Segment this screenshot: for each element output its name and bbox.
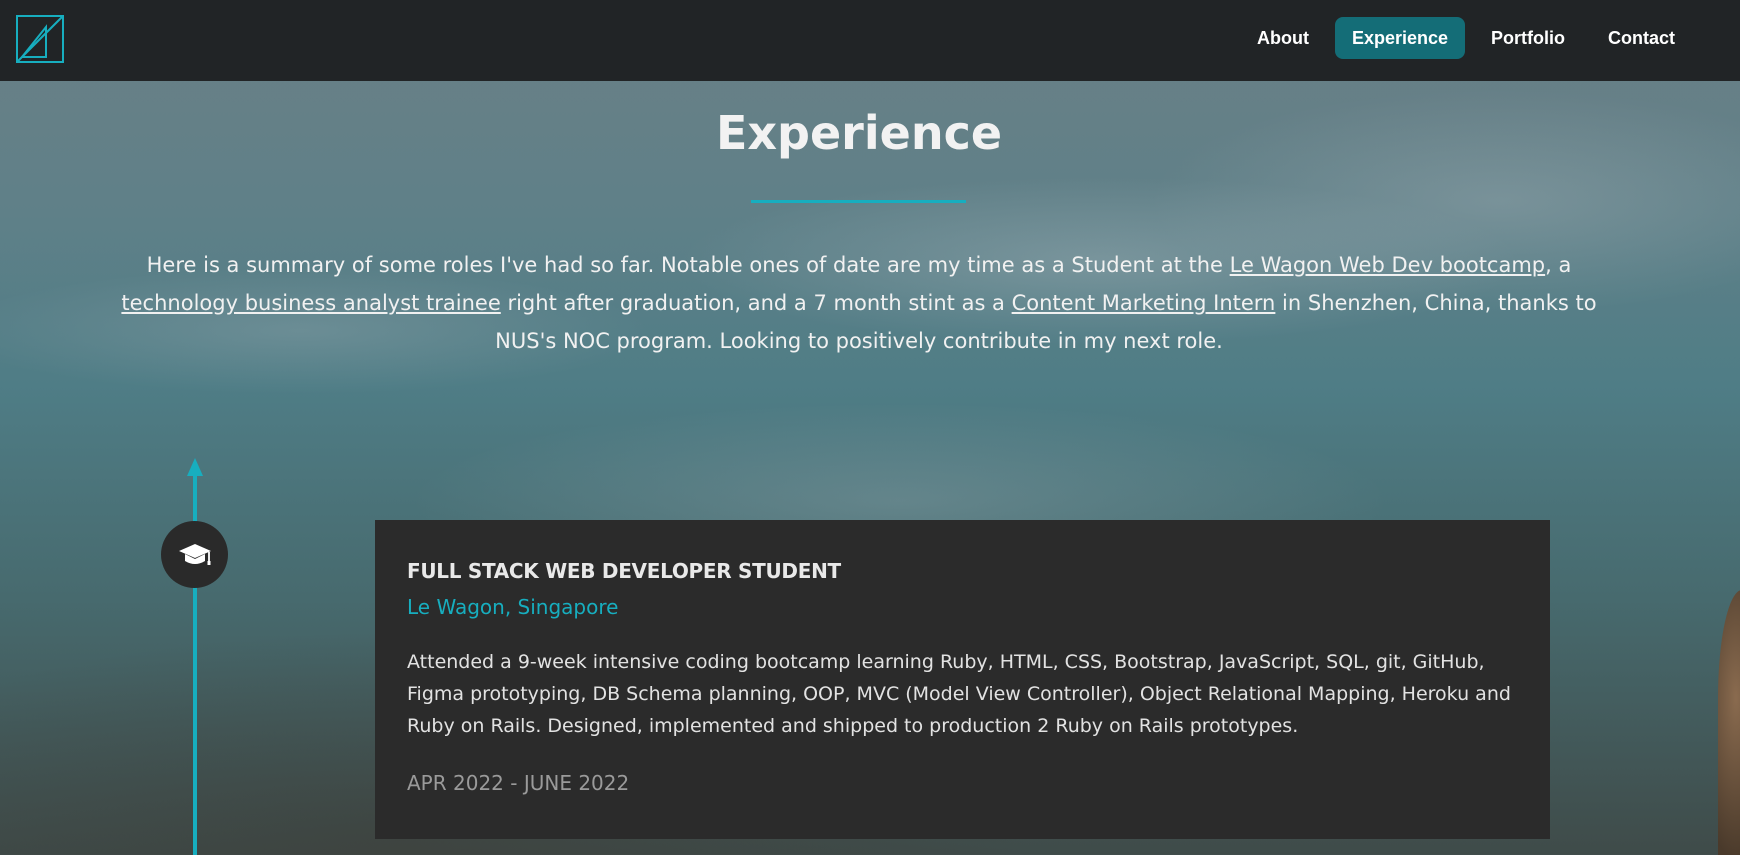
intro-text: Here is a summary of some roles I've had…	[146, 253, 1230, 277]
nav-experience-link[interactable]: Experience	[1334, 17, 1465, 59]
intro-text: right after graduation, and a 7 month st…	[500, 291, 1012, 315]
nav-about-link[interactable]: About	[1240, 17, 1326, 59]
content-marketing-link[interactable]: Content Marketing Intern	[1012, 291, 1276, 315]
logo-triangle-icon[interactable]	[16, 15, 64, 63]
section-title: Experience	[715, 106, 1003, 160]
title-underline	[751, 200, 966, 203]
role-description: Attended a 9-week intensive coding bootc…	[407, 651, 1511, 737]
role-title: FULL STACK WEB DEVELOPER STUDENT	[407, 559, 841, 583]
experience-card: FULL STACK WEB DEVELOPER STUDENT Le Wago…	[375, 520, 1550, 839]
company-name: Le Wagon, Singapore	[407, 595, 619, 619]
main-nav: About Experience Portfolio Contact	[1240, 17, 1740, 59]
intro-text: , a	[1545, 253, 1572, 277]
navbar: About Experience Portfolio Contact	[0, 0, 1740, 81]
graduation-cap-icon	[161, 521, 228, 588]
nav-portfolio-link[interactable]: Portfolio	[1474, 17, 1582, 59]
le-wagon-link[interactable]: Le Wagon Web Dev bootcamp	[1230, 253, 1546, 277]
nav-contact-link[interactable]: Contact	[1591, 17, 1692, 59]
business-analyst-link[interactable]: technology business analyst trainee	[121, 291, 500, 315]
role-dates: APR 2022 - JUNE 2022	[407, 771, 630, 795]
intro-paragraph: Here is a summary of some roles I've had…	[120, 246, 1598, 360]
